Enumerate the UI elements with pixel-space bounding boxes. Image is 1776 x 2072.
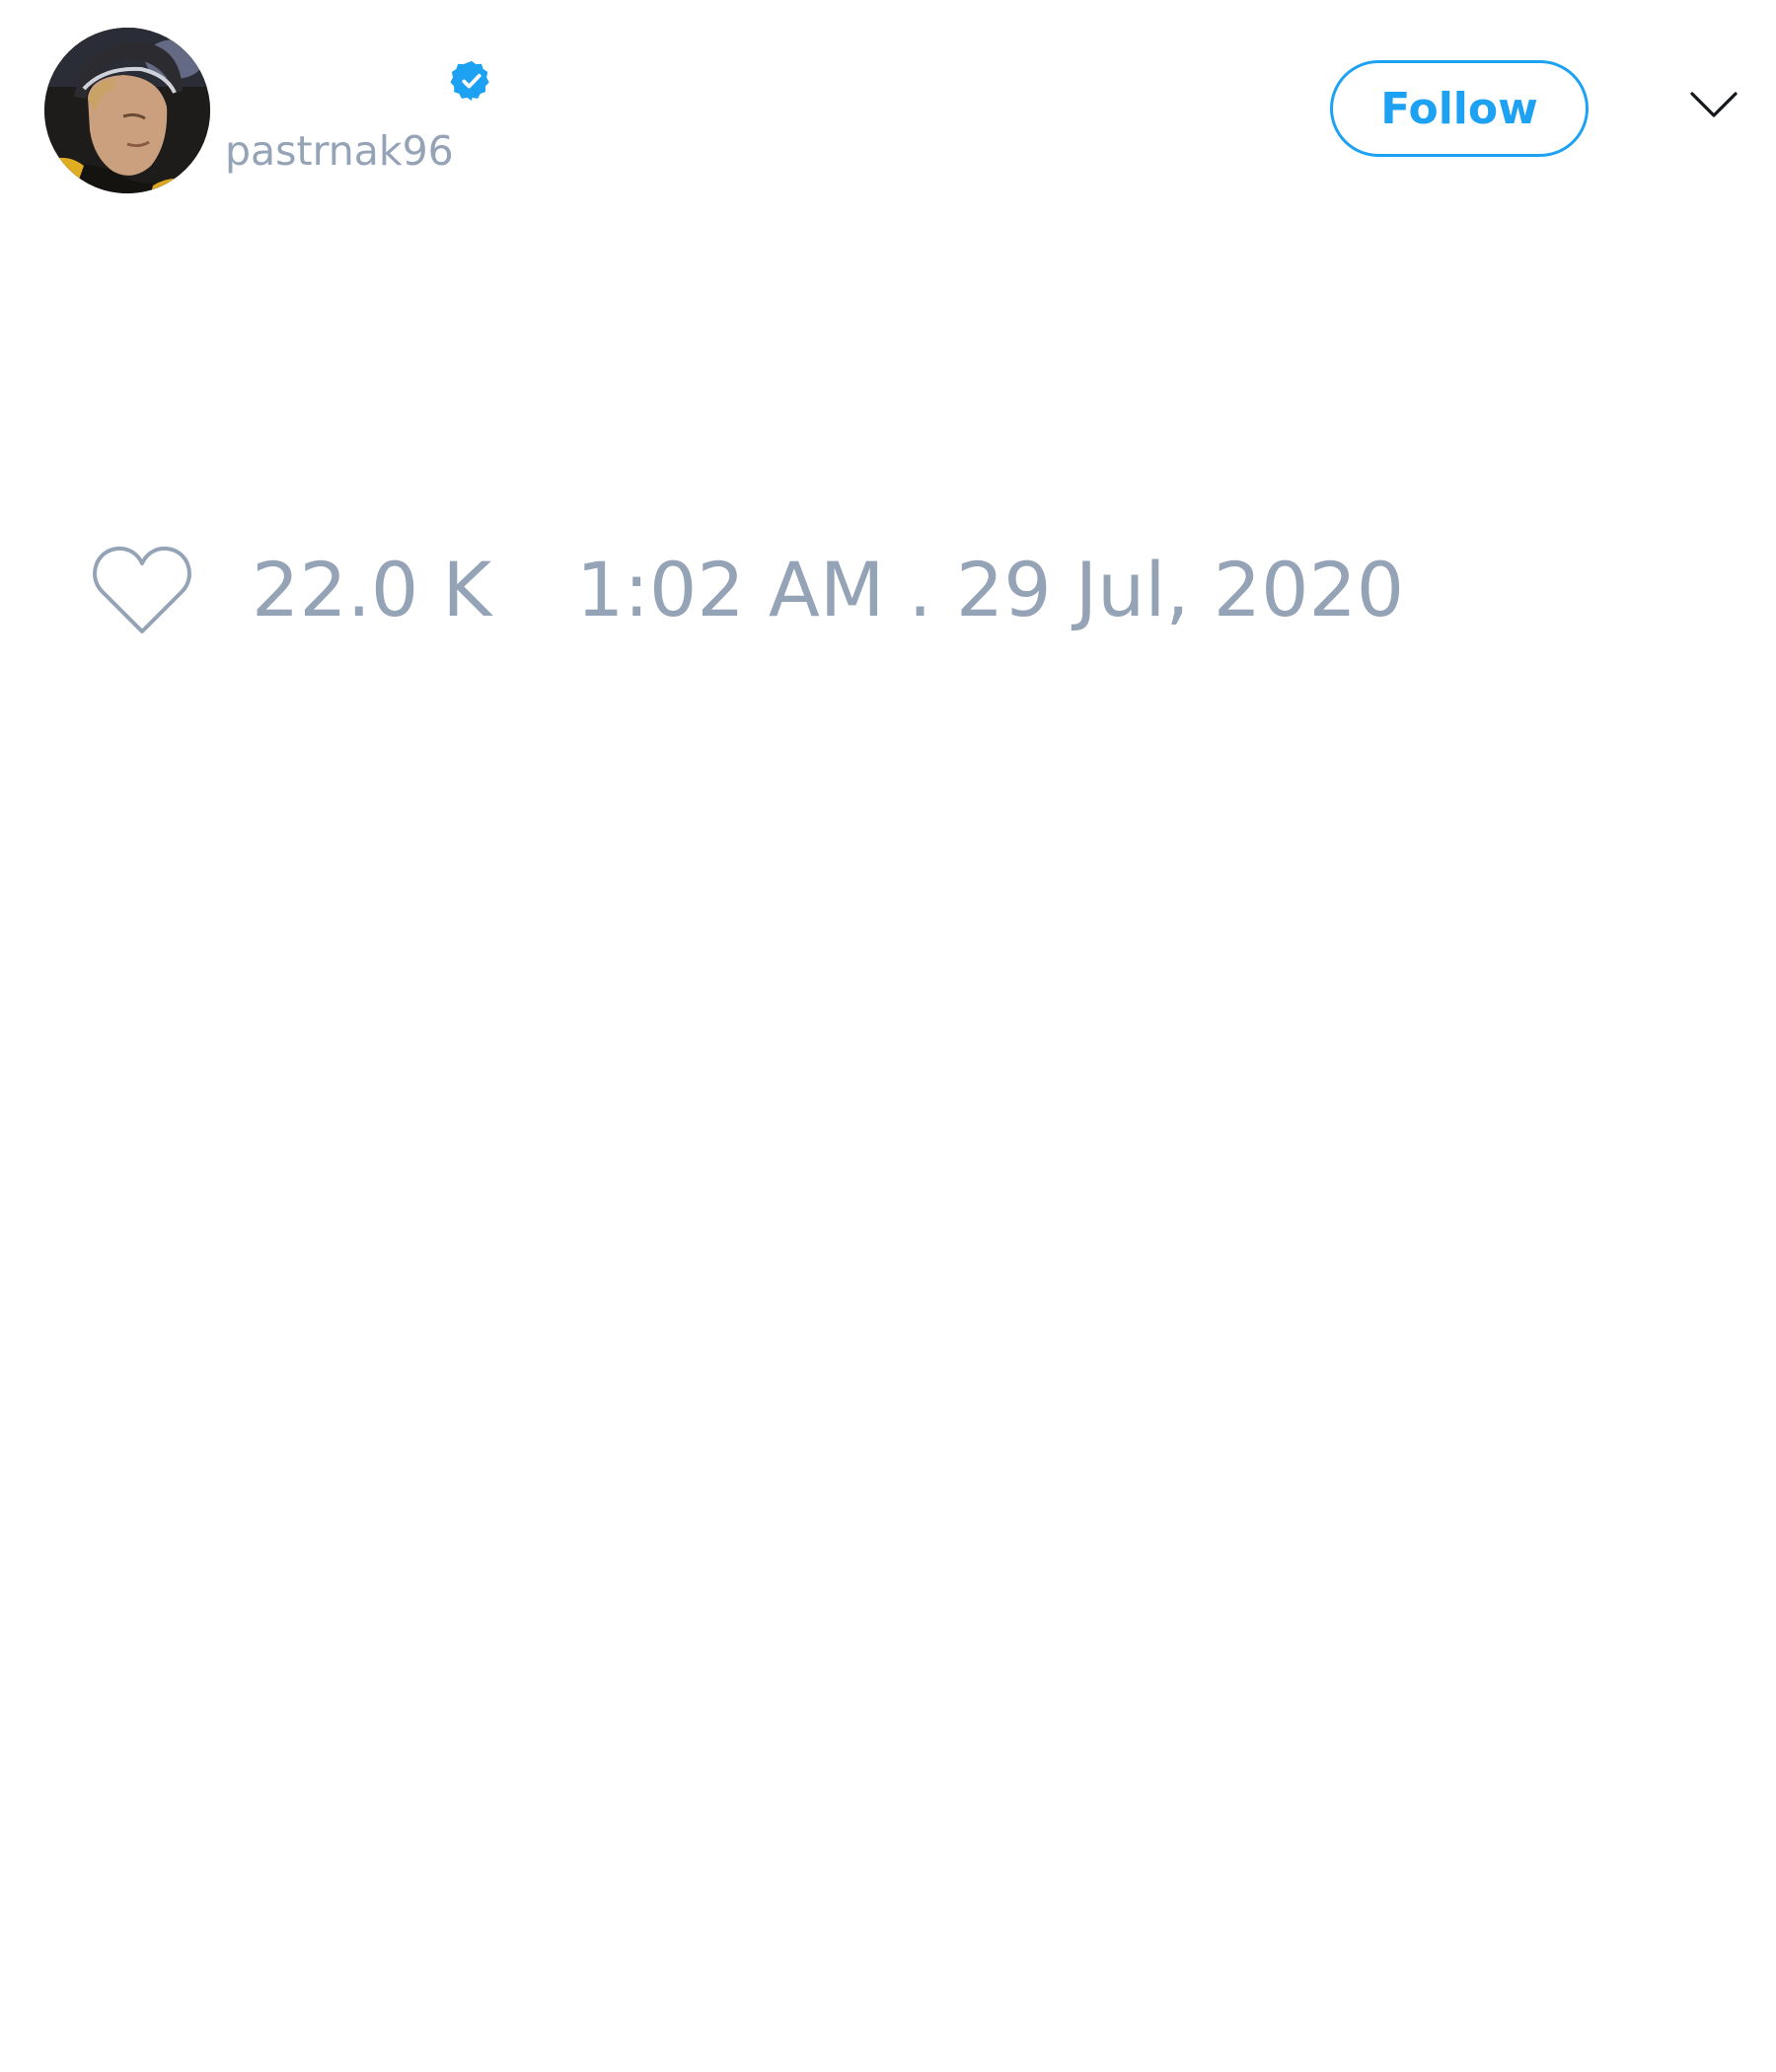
follow-button[interactable]: Follow <box>1330 60 1589 157</box>
chevron-down-icon[interactable] <box>1689 89 1739 120</box>
author-username[interactable]: pastrnak96 <box>225 125 454 177</box>
heart-outline-icon[interactable] <box>90 545 194 635</box>
tweet-timestamp[interactable]: 1:02 AM . 29 Jul, 2020 <box>576 547 1404 633</box>
tweet-card: pastrnak96 Follow 22.0 K 1:02 AM . 29 Ju… <box>0 0 1776 2072</box>
author-avatar[interactable] <box>44 28 210 193</box>
verified-badge-icon <box>450 60 489 102</box>
avatar-photo-icon <box>44 28 210 193</box>
like-count: 22.0 K <box>252 546 492 633</box>
